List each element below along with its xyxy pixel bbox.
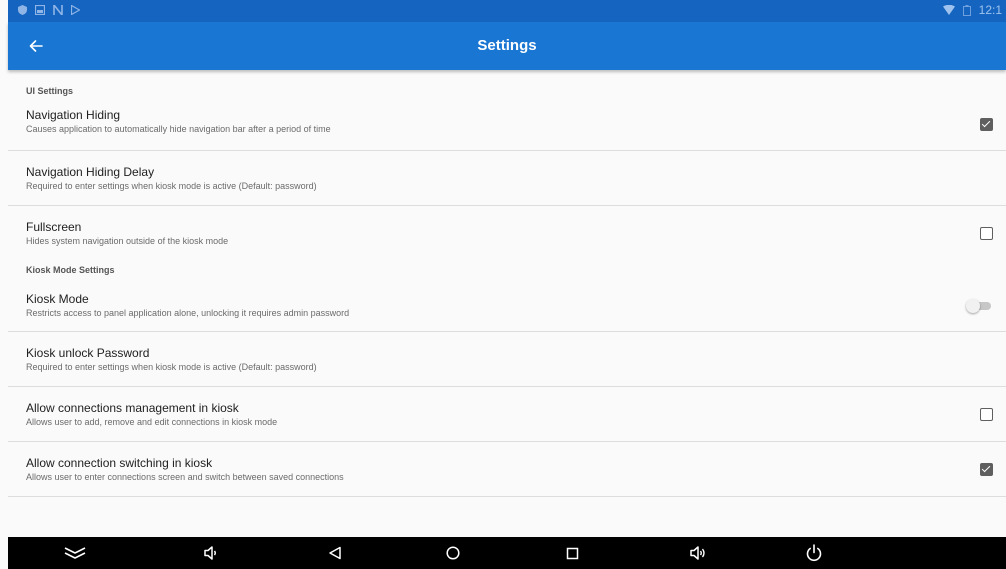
status-bar: 12:1 [8, 0, 1006, 22]
volume-down-button[interactable] [189, 537, 233, 569]
section-header-ui-settings: UI Settings [26, 86, 74, 96]
system-navigation-bar [8, 537, 1006, 569]
pref-summary: Restricts access to panel application al… [26, 308, 350, 318]
pref-title: Kiosk Mode [26, 292, 89, 306]
pref-summary: Required to enter settings when kiosk mo… [26, 181, 317, 191]
shield-notification-icon [18, 5, 27, 15]
hide-nav-icon [64, 547, 86, 559]
power-button[interactable] [792, 537, 836, 569]
pref-navigation-hiding[interactable]: Navigation Hiding Causes application to … [8, 108, 1006, 151]
recents-icon [566, 547, 578, 559]
navigation-hiding-checkbox[interactable] [980, 118, 993, 131]
app-bar: Settings [8, 22, 1006, 70]
pref-title: Allow connection switching in kiosk [26, 456, 213, 470]
pref-allow-connections-management[interactable]: Allow connections management in kiosk Al… [8, 387, 1006, 442]
wifi-icon [942, 5, 955, 15]
pref-kiosk-mode[interactable]: Kiosk Mode Restricts access to panel app… [8, 286, 1006, 332]
back-icon [329, 546, 341, 560]
pref-title: Navigation Hiding [26, 108, 121, 122]
kiosk-mode-switch[interactable] [966, 299, 992, 313]
pref-title: Allow connections management in kiosk [26, 401, 239, 415]
page-title: Settings [477, 37, 537, 54]
recents-nav-button[interactable] [550, 537, 594, 569]
volume-up-icon [690, 546, 705, 560]
screen: 12:1 Settings UI Settings Navigation Hid… [8, 0, 1006, 569]
connection-switching-checkbox[interactable] [980, 463, 993, 476]
n-notification-icon [53, 5, 63, 15]
switch-thumb [966, 299, 980, 313]
pref-title: Kiosk unlock Password [26, 346, 150, 360]
fullscreen-checkbox[interactable] [980, 227, 993, 240]
pref-fullscreen[interactable]: Fullscreen Hides system navigation outsi… [8, 206, 1006, 261]
back-nav-button[interactable] [313, 537, 357, 569]
power-icon [806, 544, 822, 562]
home-nav-button[interactable] [431, 537, 475, 569]
status-notification-icons [18, 5, 80, 15]
pref-allow-connection-switching[interactable]: Allow connection switching in kiosk Allo… [8, 442, 1006, 497]
connections-management-checkbox[interactable] [980, 408, 993, 421]
pref-summary: Hides system navigation outside of the k… [26, 236, 229, 246]
volume-down-icon [204, 546, 216, 560]
pref-navigation-hiding-delay[interactable]: Navigation Hiding Delay Required to ente… [8, 151, 1006, 206]
pref-summary: Causes application to automatically hide… [26, 124, 331, 134]
pref-title: Navigation Hiding Delay [26, 165, 155, 179]
pref-title: Fullscreen [26, 220, 82, 234]
pref-summary: Required to enter settings when kiosk mo… [26, 362, 317, 372]
home-icon [446, 546, 460, 560]
image-notification-icon [35, 5, 45, 15]
play-notification-icon [71, 5, 80, 15]
volume-up-button[interactable] [676, 537, 720, 569]
settings-list: UI Settings Navigation Hiding Causes app… [8, 70, 1006, 497]
battery-icon [962, 4, 971, 16]
pref-kiosk-unlock-password[interactable]: Kiosk unlock Password Required to enter … [8, 332, 1006, 387]
hide-nav-button[interactable] [53, 537, 97, 569]
status-time: 12:1 [978, 3, 1002, 17]
section-header-kiosk-mode-settings: Kiosk Mode Settings [26, 265, 115, 275]
pref-summary: Allows user to enter connections screen … [26, 472, 344, 482]
pref-summary: Allows user to add, remove and edit conn… [26, 417, 278, 427]
status-system-icons: 12:1 [942, 3, 1002, 17]
